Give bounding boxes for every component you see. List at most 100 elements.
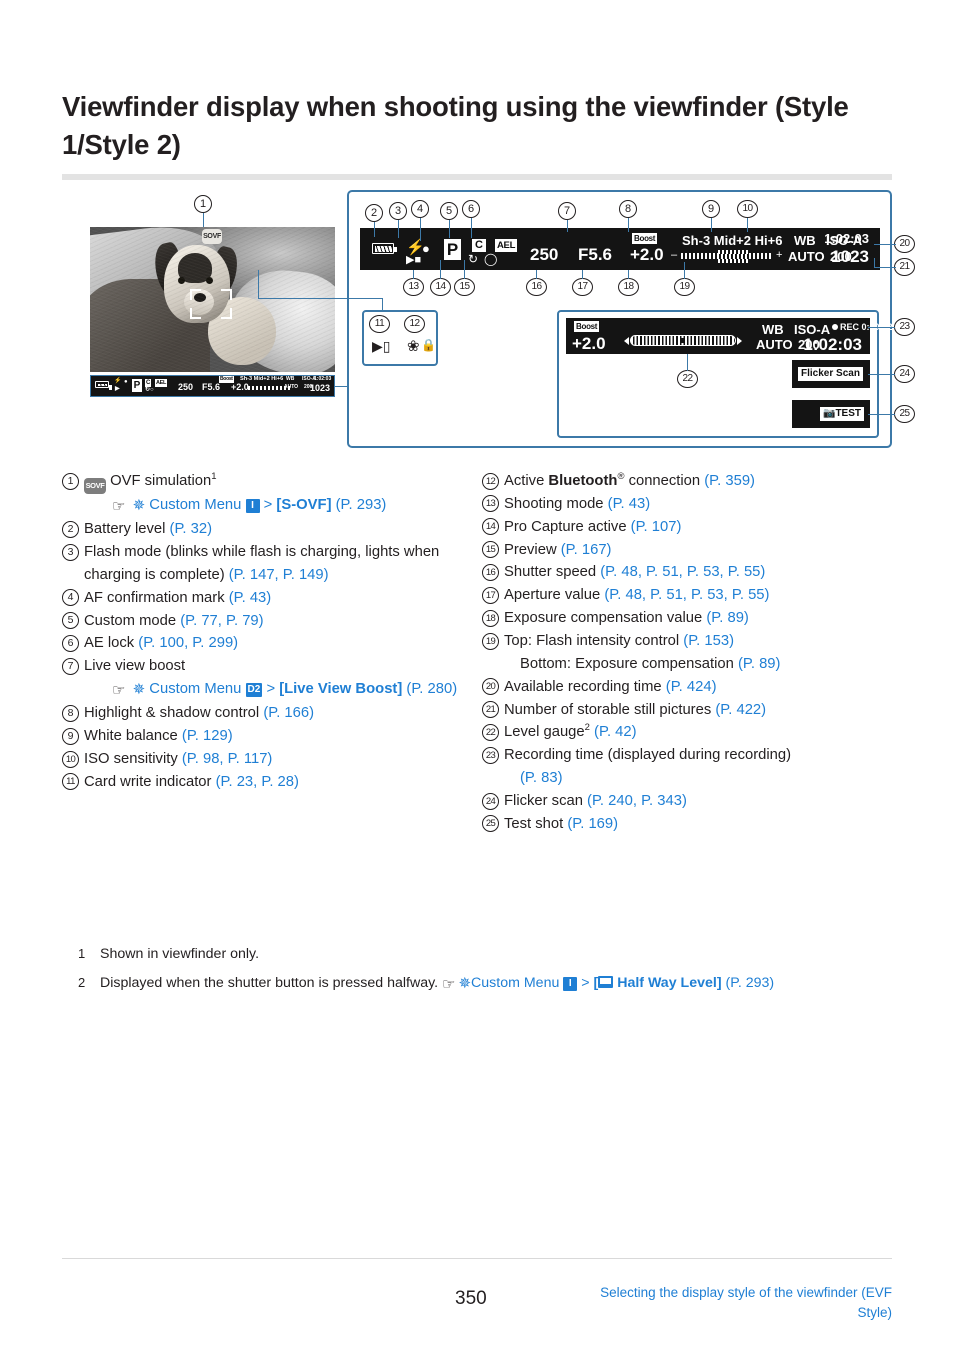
legend-num-5: 5 (62, 612, 79, 630)
af-target-box (190, 289, 232, 319)
legend-text-12-pre: Active (504, 473, 549, 489)
legend-refs-15[interactable]: (P. 167) (561, 542, 612, 558)
footer-section-link[interactable]: Selecting the display style of the viewf… (512, 1283, 892, 1324)
legend-refs-17[interactable]: (P. 48, P. 51, P. 53, P. 55) (604, 587, 769, 603)
legend-item-23-second-line: (P. 83) (504, 767, 902, 790)
battery-icon (372, 243, 397, 254)
menu-target-1[interactable]: [S-OVF] (276, 497, 331, 513)
legend-num-9: 9 (62, 727, 79, 745)
sample-photo: SOVF (90, 227, 335, 372)
legend-sup-1: 1 (211, 471, 217, 483)
legend-text-22: Level gauge (504, 724, 585, 741)
menu-page-7[interactable]: (P. 280) (406, 681, 457, 697)
legend-text-13: Shooting mode (504, 495, 608, 512)
legend-refs-14[interactable]: (P. 107) (631, 519, 682, 535)
callout-10: 10 (737, 200, 758, 218)
leader-11-12-v (258, 270, 259, 299)
menu-sep-fn2: > (581, 974, 590, 991)
callout-20: 20 (894, 235, 915, 253)
legend-refs-16[interactable]: (P. 48, P. 51, P. 53, P. 55) (600, 564, 765, 580)
legend-text-11: Card write indicator (84, 773, 216, 790)
legend-num-14: 14 (482, 518, 499, 536)
legend-refs-8[interactable]: (P. 166) (263, 705, 314, 721)
callout-7: 7 (558, 202, 576, 220)
callout-6: 6 (462, 200, 480, 218)
legend-item-6: 6 AE lock (P. 100, P. 299) (62, 632, 482, 655)
legend-num-21: 21 (482, 701, 499, 719)
evf-status-bar: ⚡ ● ▶■ P C AEL ↻ ◯ 250 F5.6 Boost +2.0 S… (360, 228, 880, 270)
available-recording-time: 1:02:03 (824, 231, 869, 246)
custom-menu-badge-fn2: I (563, 976, 578, 991)
callout-9: 9 (702, 200, 720, 218)
menu-page-fn2[interactable]: (P. 293) (726, 975, 775, 991)
legend-refs-22[interactable]: (P. 42) (590, 724, 637, 740)
callout-8: 8 (619, 200, 637, 218)
exposure-scale: – + (671, 249, 784, 264)
leader-11-12-up (382, 298, 383, 312)
movie-rec-time: 1:02:03 (803, 335, 862, 354)
legend-refs-10[interactable]: (P. 98, P. 117) (182, 751, 273, 767)
level-gauge-arrow-left (624, 337, 629, 345)
shooting-mode-p: P (444, 239, 461, 260)
legend-num-16: 16 (482, 563, 499, 581)
legend-item-5: 5 Custom mode (P. 77, P. 79) (62, 610, 482, 633)
legend-refs-24[interactable]: (P. 240, P. 343) (587, 793, 687, 809)
photo-sample-wrap: 1 SOVF ⚡ ● ▶ P C AEL ↻○ 250 F5.6 +2.0 Bo… (90, 195, 349, 410)
legend-refs-3[interactable]: (P. 147, P. 149) (229, 567, 329, 583)
pointing-hand-icon: ☞ (442, 975, 456, 993)
menu-target-7[interactable]: [Live View Boost] (279, 681, 402, 697)
custom-menu-label-7[interactable]: Custom Menu (149, 681, 241, 697)
legend-item-20: 20 Available recording time (P. 424) (482, 676, 902, 699)
leader-14 (440, 260, 441, 279)
callout-19: 19 (674, 278, 695, 296)
legend-refs-2[interactable]: (P. 32) (170, 521, 213, 537)
menu-page-1[interactable]: (P. 293) (336, 497, 387, 513)
legend-num-8: 8 (62, 704, 79, 722)
pro-capture-icon: ↻ (468, 252, 479, 266)
custom-menu-label-fn2[interactable]: Custom Menu (471, 975, 559, 991)
leader-1 (203, 213, 204, 228)
legend-refs-13[interactable]: (P. 43) (608, 496, 651, 512)
highlight-shadow-values: Sh-3 Mid+2 Hi+6 (682, 233, 783, 248)
shutter-speed-value: 250 (530, 245, 559, 264)
leader-7 (567, 220, 568, 232)
legend-menu-path-1: ☞ ✵ Custom Menu I > [S-OVF] (P. 293) (84, 494, 482, 518)
legend-num-12: 12 (482, 472, 499, 490)
legend-refs-11[interactable]: (P. 23, P. 28) (216, 774, 299, 790)
flicker-scan-button[interactable]: Flicker Scan (798, 367, 863, 381)
legend-right-column: 12 Active Bluetooth® connection (P. 359)… (482, 470, 902, 836)
card-bluetooth-panel: 11 12 ▶▯ ❀ 🔒 (362, 310, 438, 366)
legend-item-19: 19 Top: Flash intensity control (P. 153)… (482, 630, 902, 676)
legend-refs-19[interactable]: (P. 153) (683, 633, 734, 649)
legend-text-21: Number of storable still pictures (504, 701, 716, 718)
custom-menu-label-1[interactable]: Custom Menu (149, 497, 241, 513)
legend-refs-12[interactable]: (P. 359) (704, 473, 755, 489)
legend-text-15: Preview (504, 541, 561, 558)
legend-refs-9[interactable]: (P. 129) (182, 728, 233, 744)
legend-refs-19b[interactable]: (P. 89) (738, 656, 781, 672)
legend-refs-18[interactable]: (P. 89) (706, 610, 749, 626)
test-shot-button[interactable]: 📷TEST (819, 407, 864, 421)
legend-refs-23[interactable]: (P. 83) (520, 770, 563, 786)
legend-refs-20[interactable]: (P. 424) (666, 679, 717, 695)
pointing-hand-icon: ☞ (112, 682, 126, 700)
legend-text-9: White balance (84, 728, 182, 745)
callout-25: 25 (894, 405, 915, 423)
legend-refs-6[interactable]: (P. 100, P. 299) (138, 635, 238, 651)
footnote-text-1: Shown in viewfinder only. (100, 946, 260, 962)
legend-refs-25[interactable]: (P. 169) (567, 816, 618, 832)
legend-text-20: Available recording time (504, 678, 666, 695)
legend-refs-5[interactable]: (P. 77, P. 79) (180, 613, 263, 629)
legend-num-2: 2 (62, 520, 79, 538)
legend-text-24: Flicker scan (504, 793, 588, 810)
legend-text-18: Exposure compensation value (504, 610, 707, 627)
gear-icon: ✵ (458, 974, 472, 992)
footer-link-line2: Style) (857, 1305, 892, 1321)
footer-divider (62, 1258, 892, 1259)
menu-target-fn2[interactable]: Half Way Level] (617, 975, 721, 991)
callout-21: 21 (894, 258, 915, 276)
legend-text-1: OVF simulation (110, 473, 212, 489)
legend-refs-4[interactable]: (P. 43) (229, 590, 272, 606)
legend-refs-21[interactable]: (P. 422) (715, 702, 766, 718)
legend-item-8: 8 Highlight & shadow control (P. 166) (62, 702, 482, 725)
